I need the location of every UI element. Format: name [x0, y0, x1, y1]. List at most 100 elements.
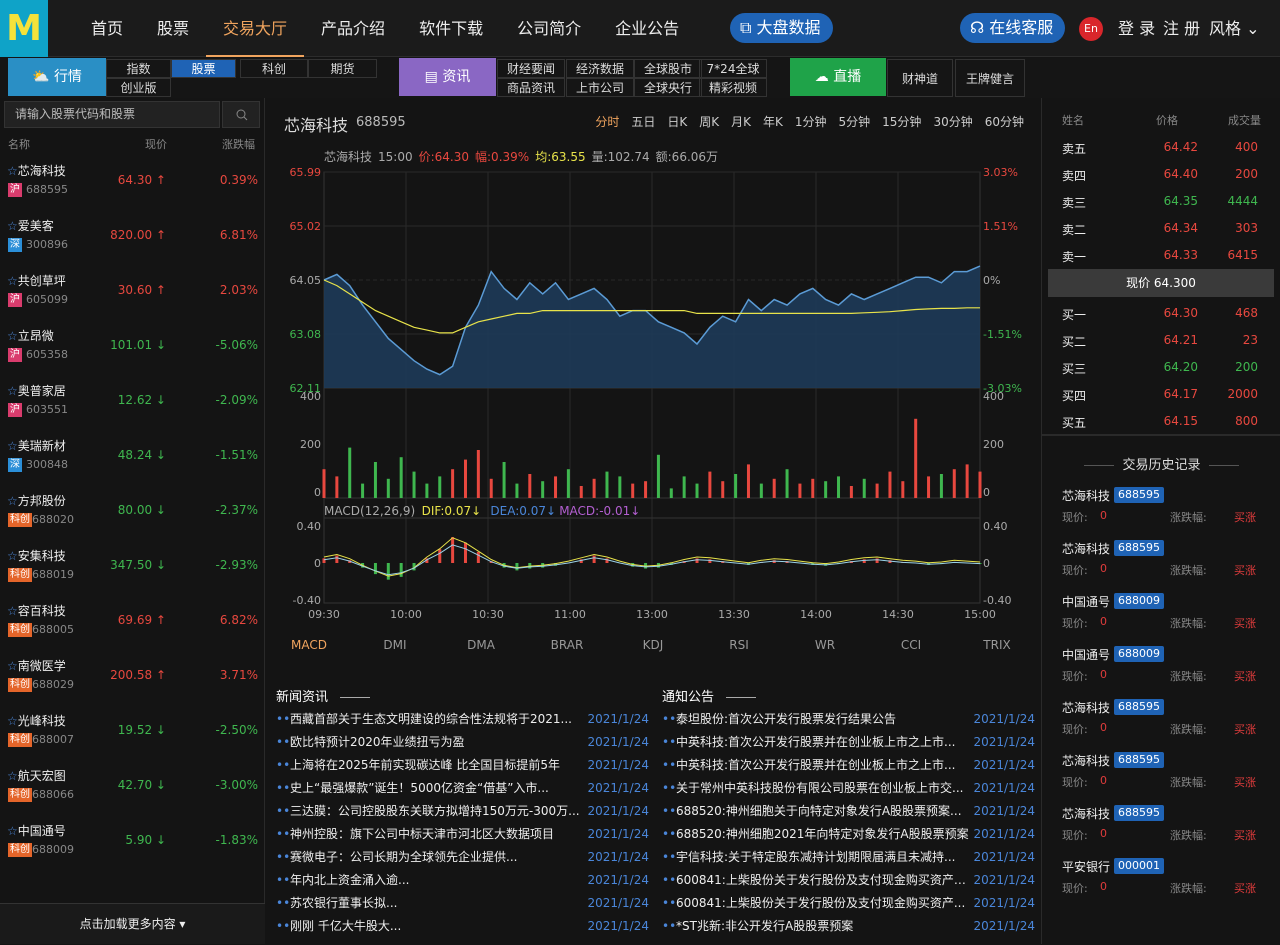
nav-item-4[interactable]: 软件下载 [402, 0, 500, 57]
notice-item[interactable]: •• 600841:上柴股份关于发行股份及支付现金购买资产并募... 2021/1/… [662, 869, 1035, 892]
period-tab-9[interactable]: 30分钟 [933, 113, 972, 130]
stock-row[interactable]: ☆南微医学 科创 688029 200.58 ↑ 3.71% [0, 651, 265, 706]
nav-item-2[interactable]: 交易大厅 [206, 0, 305, 57]
news-item[interactable]: •• 史上“最强爆款”诞生！5000亿资金“借基”入市... 2021/1/24 [276, 777, 649, 800]
stock-row[interactable]: ☆方邦股份 科创 688020 80.00 ↓ -2.37% [0, 486, 265, 541]
history-item[interactable]: 芯海科技 688595 现价: 0 涨跌幅: 买涨 [1062, 540, 1272, 593]
live-link-1[interactable]: 王牌健言 [955, 59, 1025, 97]
market-tab-1-0[interactable]: 创业版 [106, 78, 171, 97]
indicator-tab-4[interactable]: KDJ [610, 638, 696, 652]
star-icon[interactable]: ☆ [7, 274, 18, 288]
period-tab-7[interactable]: 5分钟 [839, 113, 871, 130]
star-icon[interactable]: ☆ [7, 659, 18, 673]
intraday-chart[interactable]: 65.9965.0264.0563.0862.113.03%1.51%0%-1.… [266, 158, 1040, 718]
news-item[interactable]: •• 神州控股：旗下公司中标天津市河北区大数据项目 2021/1/24 [276, 823, 649, 846]
stock-row[interactable]: ☆奥普家居沪 603551 12.62 ↓ -2.09% [0, 376, 265, 431]
notice-item[interactable]: •• 600841:上柴股份关于发行股份及支付现金购买资产... 2021/1/24 [662, 892, 1035, 915]
kefu-button[interactable]: ☊ 在线客服 [960, 13, 1066, 43]
news-link-4[interactable]: 商品资讯 [497, 78, 565, 97]
period-tab-3[interactable]: 周K [699, 113, 719, 130]
news-link-1[interactable]: 经济数据 [566, 59, 634, 78]
history-item[interactable]: 芯海科技 688595 现价: 0 涨跌幅: 买涨 [1062, 699, 1272, 752]
live-link-0[interactable]: 财神道 [887, 59, 953, 97]
news-item[interactable]: •• 苏农银行董事长拟... 2021/1/24 [276, 892, 649, 915]
stock-row[interactable]: ☆航天宏图 科创 688066 42.70 ↓ -3.00% [0, 761, 265, 816]
period-tab-1[interactable]: 五日 [631, 113, 655, 130]
news-item[interactable]: •• 三达膜：公司控股股东关联方拟增持150万元-300万... 2021/1/24 [276, 800, 649, 823]
stock-row[interactable]: ☆立昂微沪 605358 101.01 ↓ -5.06% [0, 321, 265, 376]
news-item[interactable]: •• 欧比特预计2020年业绩扭亏为盈 2021/1/24 [276, 731, 649, 754]
news-link-7[interactable]: 精彩视频 [699, 78, 767, 97]
market-tab-0-3[interactable]: 期货 [308, 59, 377, 78]
star-icon[interactable]: ☆ [7, 439, 18, 453]
register-link[interactable]: 注 册 [1163, 0, 1200, 57]
period-tab-5[interactable]: 年K [763, 113, 783, 130]
star-icon[interactable]: ☆ [7, 714, 18, 728]
star-icon[interactable]: ☆ [7, 329, 18, 343]
news-link-0[interactable]: 财经要闻 [497, 59, 565, 78]
history-item[interactable]: 中国通号 688009 现价: 0 涨跌幅: 买涨 [1062, 646, 1272, 699]
history-item[interactable]: 芯海科技 688595 现价: 0 涨跌幅: 买涨 [1062, 805, 1272, 858]
zixun-button[interactable]: ▤ 资讯 [399, 58, 496, 96]
stock-row[interactable]: ☆容百科技 科创 688005 69.69 ↑ 6.82% [0, 596, 265, 651]
hangqing-button[interactable]: ⛅ 行情 [8, 58, 106, 96]
indicator-tab-0[interactable]: MACD [266, 638, 352, 652]
notice-item[interactable]: •• 688520:神州细胞2021年向特定对象发行A股股票预案 2021/1/24 [662, 823, 1035, 846]
star-icon[interactable]: ☆ [7, 769, 18, 783]
stock-search-input[interactable]: 请输入股票代码和股票 [4, 101, 220, 128]
history-item[interactable]: 平安银行 000001 现价: 0 涨跌幅: 买涨 [1062, 858, 1272, 911]
indicator-tab-3[interactable]: BRAR [524, 638, 610, 652]
dapan-button[interactable]: ⧉ 大盘数据 [730, 13, 833, 43]
star-icon[interactable]: ☆ [7, 549, 18, 563]
indicator-tab-1[interactable]: DMI [352, 638, 438, 652]
news-item[interactable]: •• 上海将在2025年前实现碳达峰 比全国目标提前5年 2021/1/24 [276, 754, 649, 777]
period-tab-2[interactable]: 日K [667, 113, 687, 130]
news-link-5[interactable]: 上市公司 [566, 78, 634, 97]
load-more-button[interactable]: 点击加载更多内容 ▾ [0, 903, 265, 944]
history-item[interactable]: 中国通号 688009 现价: 0 涨跌幅: 买涨 [1062, 593, 1272, 646]
history-item[interactable]: 芯海科技 688595 现价: 0 涨跌幅: 买涨 [1062, 752, 1272, 805]
market-tab-0-2[interactable]: 科创 [240, 59, 308, 78]
stock-row[interactable]: ☆安集科技 科创 688019 347.50 ↓ -2.93% [0, 541, 265, 596]
notice-item[interactable]: •• 宇信科技:关于特定股东减持计划期限届满且未减持... 2021/1/24 [662, 846, 1035, 869]
market-tab-0-1[interactable]: 股票 [171, 59, 236, 78]
star-icon[interactable]: ☆ [7, 494, 18, 508]
star-icon[interactable]: ☆ [7, 164, 18, 178]
news-link-6[interactable]: 全球央行 [634, 78, 702, 97]
logo[interactable]: M [0, 0, 48, 57]
star-icon[interactable]: ☆ [7, 219, 18, 233]
notice-item[interactable]: •• 关于常州中英科技股份有限公司股票在创业板上市交... 2021/1/24 [662, 777, 1035, 800]
indicator-tab-8[interactable]: TRIX [954, 638, 1040, 652]
star-icon[interactable]: ☆ [7, 384, 18, 398]
nav-item-3[interactable]: 产品介绍 [304, 0, 402, 57]
period-tab-6[interactable]: 1分钟 [795, 113, 827, 130]
star-icon[interactable]: ☆ [7, 824, 18, 838]
zhibo-button[interactable]: ☁ 直播 [790, 58, 886, 96]
indicator-tab-5[interactable]: RSI [696, 638, 782, 652]
login-link[interactable]: 登 录 [1118, 0, 1155, 57]
stock-row[interactable]: ☆爱美客深 300896 820.00 ↑ 6.81% [0, 211, 265, 266]
indicator-tab-2[interactable]: DMA [438, 638, 524, 652]
indicator-tab-6[interactable]: WR [782, 638, 868, 652]
nav-item-5[interactable]: 公司简介 [500, 0, 598, 57]
news-item[interactable]: •• 刚刚 千亿大牛股大... 2021/1/24 [276, 915, 649, 938]
news-item[interactable]: •• 赛微电子：公司长期为全球领先企业提供... 2021/1/24 [276, 846, 649, 869]
stock-row[interactable]: ☆光峰科技 科创 688007 19.52 ↓ -2.50% [0, 706, 265, 761]
notice-item[interactable]: •• 中英科技:首次公开发行股票并在创业板上市之上市... 2021/1/24 [662, 731, 1035, 754]
history-item[interactable]: 芯海科技 688595 现价: 0 涨跌幅: 买涨 [1062, 487, 1272, 540]
indicator-tab-7[interactable]: CCI [868, 638, 954, 652]
stock-row[interactable]: ☆中国通号 科创 688009 5.90 ↓ -1.83% [0, 816, 265, 871]
news-item[interactable]: •• 年内北上资金涌入逾... 2021/1/24 [276, 869, 649, 892]
star-icon[interactable]: ☆ [7, 604, 18, 618]
search-button[interactable] [222, 101, 260, 128]
stock-row[interactable]: ☆芯海科技沪 688595 64.30 ↑ 0.39% [0, 156, 265, 211]
nav-item-6[interactable]: 企业公告 [598, 0, 696, 57]
period-tab-0[interactable]: 分时 [595, 113, 619, 130]
language-toggle[interactable]: En [1079, 17, 1103, 41]
style-dropdown[interactable]: 风格 ⌄ [1209, 0, 1260, 57]
nav-item-0[interactable]: 首页 [74, 0, 140, 57]
period-tab-8[interactable]: 15分钟 [882, 113, 921, 130]
news-link-2[interactable]: 全球股市 [634, 59, 702, 78]
news-item[interactable]: •• 西藏首部关于生态文明建设的综合性法规将于2021... 2021/1/24 [276, 708, 649, 731]
nav-item-1[interactable]: 股票 [140, 0, 206, 57]
